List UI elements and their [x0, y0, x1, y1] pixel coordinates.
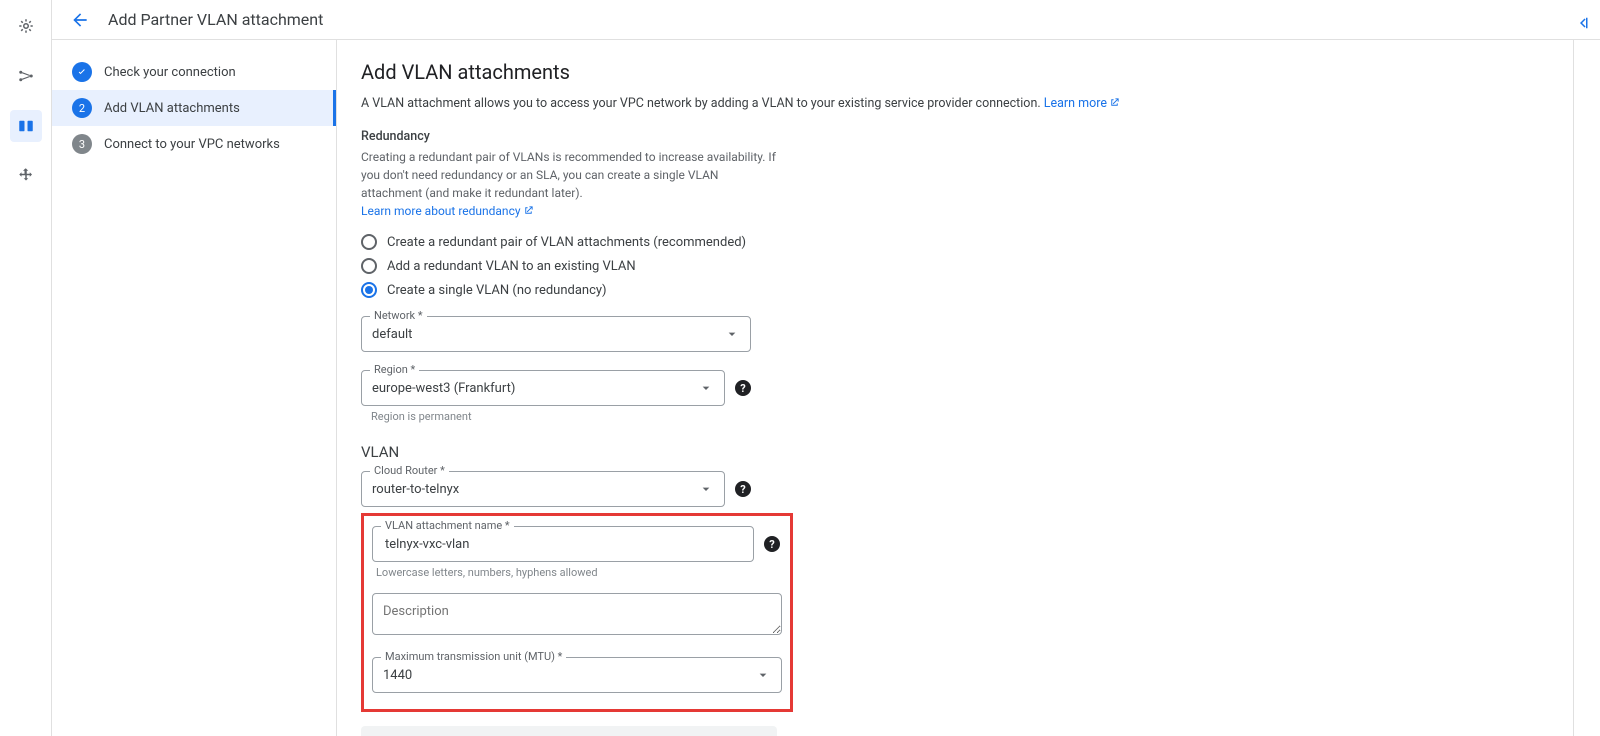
- field-value: router-to-telnyx: [372, 482, 698, 497]
- region-row: Region * europe-west3 (Frankfurt) ?: [361, 370, 1576, 406]
- form-heading: Add VLAN attachments: [361, 60, 1576, 84]
- learn-more-link[interactable]: Learn more: [1044, 96, 1120, 111]
- radio-label: Create a single VLAN (no redundancy): [387, 283, 607, 298]
- top-bar: Add Partner VLAN attachment: [52, 0, 1600, 40]
- vlan-name-input[interactable]: [383, 536, 743, 553]
- cloud-router-row: Cloud Router * router-to-telnyx ?: [361, 471, 1576, 507]
- redundancy-radiogroup: Create a redundant pair of VLAN attachme…: [361, 230, 1576, 302]
- mtu-info-banner: VPC network that uses the VLAN attachmen…: [361, 726, 777, 736]
- vlan-name-input-wrapper: VLAN attachment name *: [372, 526, 754, 562]
- radio-icon: [361, 282, 377, 298]
- vlan-name-sub: Lowercase letters, numbers, hyphens allo…: [376, 566, 782, 579]
- right-divider: [1573, 40, 1574, 736]
- vlan-section-heading: VLAN: [361, 443, 1576, 461]
- mtu-select[interactable]: Maximum transmission unit (MTU) * 1440: [372, 657, 782, 693]
- cloud-router-help-icon[interactable]: ?: [735, 481, 751, 497]
- step-label: Add VLAN attachments: [104, 101, 240, 116]
- field-value: europe-west3 (Frankfurt): [372, 381, 698, 396]
- field-label: Cloud Router *: [370, 464, 449, 477]
- network-select[interactable]: Network * default: [361, 316, 751, 352]
- stepper-sidebar: Check your connection 2 Add VLAN attachm…: [52, 40, 337, 736]
- radio-label: Create a redundant pair of VLAN attachme…: [387, 235, 746, 250]
- highlighted-vlan-box: VLAN attachment name * ? Lowercase lette…: [361, 513, 793, 712]
- region-help-icon[interactable]: ?: [735, 380, 751, 396]
- description-textarea[interactable]: [372, 593, 782, 635]
- check-circle-icon: [72, 62, 92, 82]
- vlan-name-help-icon[interactable]: ?: [764, 536, 780, 552]
- hub-icon[interactable]: [10, 10, 42, 42]
- field-value: 1440: [383, 668, 755, 683]
- step-number-icon: 2: [72, 98, 92, 118]
- redundancy-hint: Creating a redundant pair of VLANs is re…: [361, 148, 781, 220]
- collapse-right-panel-icon[interactable]: [1574, 14, 1592, 32]
- redundancy-learn-link[interactable]: Learn more about redundancy: [361, 204, 534, 218]
- chevron-down-icon: [755, 667, 771, 683]
- step-add-vlan[interactable]: 2 Add VLAN attachments: [52, 90, 336, 126]
- interconnect-icon[interactable]: [10, 110, 42, 142]
- form-area: Add VLAN attachments A VLAN attachment a…: [337, 40, 1600, 736]
- region-sub: Region is permanent: [371, 410, 1576, 423]
- step-connect-vpc[interactable]: 3 Connect to your VPC networks: [52, 126, 336, 162]
- chevron-down-icon: [698, 481, 714, 497]
- form-intro: A VLAN attachment allows you to access y…: [361, 96, 1576, 111]
- radio-redundant-pair[interactable]: Create a redundant pair of VLAN attachme…: [361, 230, 1576, 254]
- step-label: Check your connection: [104, 65, 236, 80]
- radio-icon: [361, 258, 377, 274]
- chevron-down-icon: [724, 326, 740, 342]
- network-row: Network * default: [361, 316, 1576, 352]
- step-label: Connect to your VPC networks: [104, 137, 280, 152]
- radio-single-vlan[interactable]: Create a single VLAN (no redundancy): [361, 278, 1576, 302]
- radio-icon: [361, 234, 377, 250]
- step-number-icon: 3: [72, 134, 92, 154]
- vlan-name-row: VLAN attachment name * ?: [372, 526, 782, 562]
- back-arrow-icon[interactable]: [70, 10, 90, 30]
- field-label: Region *: [370, 363, 419, 376]
- field-label: Maximum transmission unit (MTU) *: [381, 650, 566, 663]
- mtu-row: Maximum transmission unit (MTU) * 1440: [372, 657, 782, 693]
- region-select[interactable]: Region * europe-west3 (Frankfurt): [361, 370, 725, 406]
- left-icon-rail: [0, 0, 52, 736]
- radio-add-to-existing[interactable]: Add a redundant VLAN to an existing VLAN: [361, 254, 1576, 278]
- app-root: Add Partner VLAN attachment Check your c…: [0, 0, 1600, 736]
- radio-label: Add a redundant VLAN to an existing VLAN: [387, 259, 636, 274]
- page-title: Add Partner VLAN attachment: [108, 10, 323, 29]
- cloud-router-select[interactable]: Cloud Router * router-to-telnyx: [361, 471, 725, 507]
- intro-text: A VLAN attachment allows you to access y…: [361, 96, 1041, 111]
- redundancy-label: Redundancy: [361, 129, 1576, 144]
- field-label: Network *: [370, 309, 427, 322]
- chevron-down-icon: [698, 380, 714, 396]
- field-value: default: [372, 327, 724, 342]
- graph-icon[interactable]: [10, 60, 42, 92]
- body-split: Check your connection 2 Add VLAN attachm…: [52, 40, 1600, 736]
- main-column: Add Partner VLAN attachment Check your c…: [52, 0, 1600, 736]
- move-icon[interactable]: [10, 160, 42, 192]
- step-check-connection[interactable]: Check your connection: [52, 54, 336, 90]
- redundancy-hint-text: Creating a redundant pair of VLANs is re…: [361, 150, 776, 200]
- field-label: VLAN attachment name *: [381, 519, 514, 532]
